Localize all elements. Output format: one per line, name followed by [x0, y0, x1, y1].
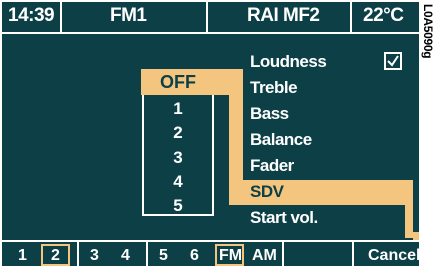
header-divider: [206, 2, 208, 32]
selection-connector: [215, 69, 229, 95]
sdv-option-off[interactable]: OFF: [141, 69, 215, 95]
menu-item-loudness[interactable]: Loudness: [250, 52, 327, 72]
sdv-option-5[interactable]: 5: [142, 196, 214, 216]
sdv-option-3[interactable]: 3: [142, 148, 214, 168]
station-name: RAI MF2: [247, 5, 320, 26]
preset-button-2[interactable]: 2: [51, 247, 60, 265]
bottom-bar-rule: [0, 240, 421, 242]
sdv-option-1[interactable]: 1: [142, 99, 214, 119]
status-header: 14:39 FM1 RAI MF2 22°C: [2, 2, 419, 34]
menu-item-sdv[interactable]: SDV: [250, 182, 284, 202]
cancel-button[interactable]: Cancel: [368, 247, 420, 265]
sdv-option-2[interactable]: 2: [142, 123, 214, 143]
preset-button-6[interactable]: 6: [190, 247, 199, 265]
menu-item-fader[interactable]: Fader: [250, 156, 294, 176]
selection-connector: [405, 180, 413, 238]
menu-item-balance[interactable]: Balance: [250, 130, 312, 150]
figure-code: L0A5090g: [417, 0, 438, 268]
band-button-am[interactable]: AM: [252, 247, 277, 265]
bottom-divider: [352, 242, 354, 268]
header-rule: [2, 32, 419, 34]
preset-button-4[interactable]: 4: [121, 247, 130, 265]
menu-item-bass[interactable]: Bass: [250, 104, 289, 124]
menu-item-treble[interactable]: Treble: [250, 78, 298, 98]
connector-gap: [227, 95, 229, 180]
figure-code-label: L0A5090g: [421, 4, 435, 59]
preset-button-3[interactable]: 3: [90, 247, 99, 265]
menu-item-start-volume[interactable]: Start vol.: [250, 208, 318, 228]
bottom-divider: [77, 242, 79, 268]
bottom-divider: [146, 242, 148, 268]
preset-button-5[interactable]: 5: [159, 247, 168, 265]
selection-connector: [229, 69, 243, 205]
band-label: FM1: [110, 5, 147, 26]
connector-gap: [403, 205, 405, 238]
clock-time: 14:39: [8, 5, 55, 26]
check-icon: [387, 55, 399, 67]
bottom-divider: [282, 242, 284, 268]
loudness-checkbox[interactable]: [384, 52, 402, 70]
header-divider: [350, 2, 352, 32]
sdv-option-4[interactable]: 4: [142, 172, 214, 192]
header-divider: [60, 2, 62, 32]
band-button-fm[interactable]: FM: [219, 247, 242, 265]
preset-button-1[interactable]: 1: [18, 247, 27, 265]
temperature-readout: 22°C: [363, 5, 404, 26]
